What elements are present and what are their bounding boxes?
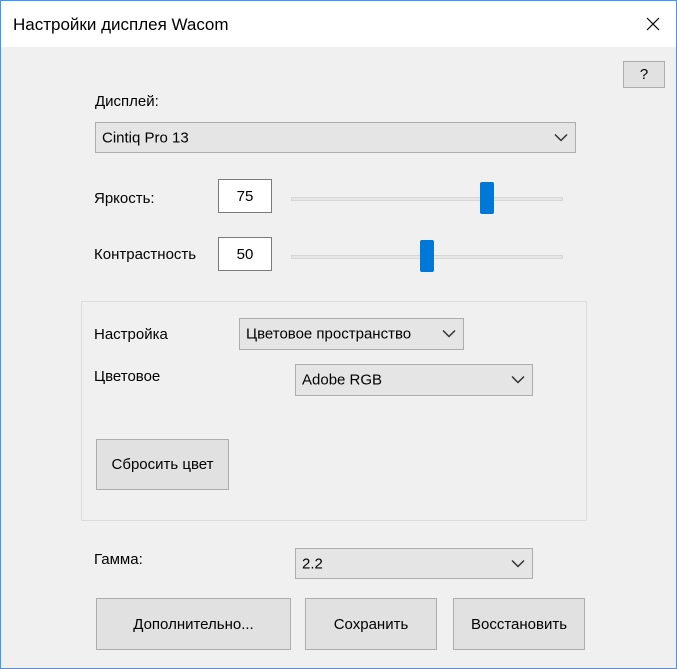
gamma-select[interactable]: 2.2	[295, 548, 533, 579]
brightness-input[interactable]: 75	[218, 179, 272, 213]
reset-color-button[interactable]: Сбросить цвет	[96, 439, 229, 490]
restore-button[interactable]: Восстановить	[453, 598, 585, 650]
chevron-down-icon	[511, 559, 525, 568]
setting-label: Настройка	[94, 326, 168, 343]
chevron-down-icon	[511, 375, 525, 384]
display-select-value: Cintiq Pro 13	[102, 129, 189, 146]
contrast-input[interactable]: 50	[218, 237, 272, 271]
display-select[interactable]: Cintiq Pro 13	[95, 122, 576, 153]
brightness-label: Яркость:	[94, 190, 155, 207]
gamma-label: Гамма:	[94, 551, 143, 568]
setting-select-value: Цветовое пространство	[246, 325, 412, 343]
chevron-down-icon	[442, 329, 456, 338]
advanced-button[interactable]: Дополнительно...	[96, 598, 291, 650]
display-label: Дисплей:	[95, 93, 159, 110]
brightness-slider-thumb[interactable]	[479, 182, 494, 214]
color-space-label: Цветовое	[94, 368, 161, 385]
setting-select[interactable]: Цветовое пространство	[239, 318, 464, 350]
close-icon	[646, 17, 660, 31]
window-title: Настройки дисплея Wacom	[13, 15, 229, 34]
contrast-slider-thumb[interactable]	[420, 240, 434, 272]
brightness-slider-track[interactable]	[291, 197, 563, 201]
chevron-down-icon	[554, 133, 568, 142]
color-space-select-value: Adobe RGB	[302, 371, 383, 389]
gamma-select-value: 2.2	[302, 555, 323, 572]
help-button[interactable]: ?	[623, 61, 665, 88]
title-bar: Настройки дисплея Wacom	[1, 1, 676, 47]
save-button[interactable]: Сохранить	[305, 598, 437, 650]
color-space-select[interactable]: Adobe RGB	[295, 364, 533, 396]
contrast-label: Контрастность	[94, 246, 197, 263]
close-button[interactable]	[630, 1, 676, 47]
wacom-display-settings-window: Настройки дисплея Wacom ? Дисплей: Cinti…	[0, 0, 677, 669]
